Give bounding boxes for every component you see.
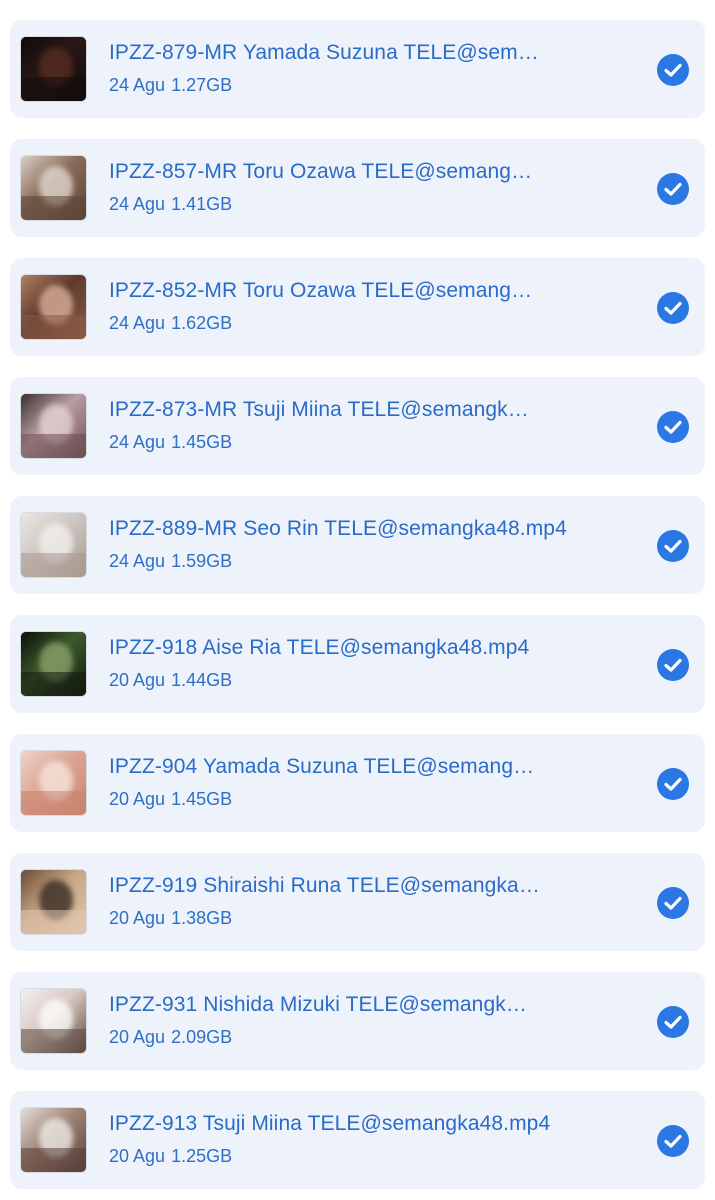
video-thumbnail: [20, 631, 87, 697]
file-size: 2.09GB: [171, 1027, 233, 1047]
video-thumbnail: [20, 1107, 87, 1173]
video-thumbnail: [20, 750, 87, 816]
file-list-item[interactable]: IPZZ-879-MR Yamada Suzuna TELE@sem… 24 Ag…: [10, 20, 705, 118]
video-thumbnail: [20, 869, 87, 935]
file-date: 24 Agu: [109, 313, 166, 333]
file-name: IPZZ-913 Tsuji Miina TELE@semangka48.mp4: [109, 1112, 551, 1135]
file-date: 24 Agu: [109, 194, 166, 214]
select-checkbox[interactable]: [657, 1125, 689, 1157]
file-list-item[interactable]: IPZZ-913 Tsuji Miina TELE@semangka48.mp4…: [10, 1091, 705, 1189]
checkmark-icon: [664, 1134, 682, 1148]
file-size: 1.59GB: [171, 551, 233, 571]
select-checkbox[interactable]: [657, 173, 689, 205]
checkmark-icon: [664, 182, 682, 196]
file-date: 20 Agu: [109, 789, 166, 809]
file-date: 20 Agu: [109, 1027, 166, 1047]
file-meta: 20 Agu 2.09GB: [109, 1027, 232, 1048]
select-checkbox[interactable]: [657, 649, 689, 681]
select-checkbox[interactable]: [657, 768, 689, 800]
checkmark-icon: [664, 777, 682, 791]
file-meta: 24 Agu 1.62GB: [109, 313, 232, 334]
video-thumbnail: [20, 274, 87, 340]
file-size: 1.27GB: [171, 75, 233, 95]
file-size: 1.45GB: [171, 789, 233, 809]
file-meta: 20 Agu 1.44GB: [109, 670, 232, 691]
file-name: IPZZ-852-MR Toru Ozawa TELE@semang…: [109, 279, 533, 302]
file-name: IPZZ-889-MR Seo Rin TELE@semangka48.mp4: [109, 517, 567, 540]
file-date: 20 Agu: [109, 1146, 166, 1166]
checkmark-icon: [664, 420, 682, 434]
video-thumbnail: [20, 393, 87, 459]
file-list-item[interactable]: IPZZ-852-MR Toru Ozawa TELE@semang… 24 Ag…: [10, 258, 705, 356]
file-meta: 24 Agu 1.45GB: [109, 432, 232, 453]
file-size: 1.44GB: [171, 670, 233, 690]
file-date: 24 Agu: [109, 75, 166, 95]
file-list-item[interactable]: IPZZ-889-MR Seo Rin TELE@semangka48.mp4 2…: [10, 496, 705, 594]
video-thumbnail: [20, 155, 87, 221]
file-list-item[interactable]: IPZZ-904 Yamada Suzuna TELE@semang… 20 Ag…: [10, 734, 705, 832]
video-thumbnail: [20, 36, 87, 102]
file-name: IPZZ-873-MR Tsuji Miina TELE@semangk…: [109, 398, 529, 421]
file-size: 1.62GB: [171, 313, 233, 333]
checkmark-icon: [664, 896, 682, 910]
select-checkbox[interactable]: [657, 54, 689, 86]
file-meta: 24 Agu 1.59GB: [109, 551, 232, 572]
checkmark-icon: [664, 301, 682, 315]
checkmark-icon: [664, 1015, 682, 1029]
file-list-item[interactable]: IPZZ-857-MR Toru Ozawa TELE@semang… 24 Ag…: [10, 139, 705, 237]
file-name: IPZZ-918 Aise Ria TELE@semangka48.mp4: [109, 636, 530, 659]
file-meta: 20 Agu 1.25GB: [109, 1146, 232, 1167]
file-meta: 20 Agu 1.45GB: [109, 789, 232, 810]
select-checkbox[interactable]: [657, 292, 689, 324]
file-size: 1.41GB: [171, 194, 233, 214]
file-size: 1.38GB: [171, 908, 233, 928]
file-name: IPZZ-919 Shiraishi Runa TELE@semangka…: [109, 874, 540, 897]
checkmark-icon: [664, 658, 682, 672]
select-checkbox[interactable]: [657, 887, 689, 919]
select-checkbox[interactable]: [657, 1006, 689, 1038]
file-date: 20 Agu: [109, 670, 166, 690]
file-meta: 24 Agu 1.27GB: [109, 75, 232, 96]
checkmark-icon: [664, 539, 682, 553]
checkmark-icon: [664, 63, 682, 77]
file-list-item[interactable]: IPZZ-873-MR Tsuji Miina TELE@semangk… 24 …: [10, 377, 705, 475]
video-thumbnail: [20, 988, 87, 1054]
file-date: 24 Agu: [109, 551, 166, 571]
select-checkbox[interactable]: [657, 411, 689, 443]
file-size: 1.25GB: [171, 1146, 233, 1166]
file-size: 1.45GB: [171, 432, 233, 452]
file-list-item[interactable]: IPZZ-931 Nishida Mizuki TELE@semangk… 20 …: [10, 972, 705, 1070]
file-name: IPZZ-879-MR Yamada Suzuna TELE@sem…: [109, 41, 539, 64]
file-name: IPZZ-904 Yamada Suzuna TELE@semang…: [109, 755, 535, 778]
file-list: IPZZ-879-MR Yamada Suzuna TELE@sem… 24 Ag…: [0, 0, 715, 1200]
file-list-item[interactable]: IPZZ-918 Aise Ria TELE@semangka48.mp4 20 …: [10, 615, 705, 713]
file-date: 24 Agu: [109, 432, 166, 452]
video-thumbnail: [20, 512, 87, 578]
file-meta: 20 Agu 1.38GB: [109, 908, 232, 929]
file-name: IPZZ-931 Nishida Mizuki TELE@semangk…: [109, 993, 527, 1016]
file-name: IPZZ-857-MR Toru Ozawa TELE@semang…: [109, 160, 533, 183]
file-meta: 24 Agu 1.41GB: [109, 194, 232, 215]
file-date: 20 Agu: [109, 908, 166, 928]
file-list-item[interactable]: IPZZ-919 Shiraishi Runa TELE@semangka… 20…: [10, 853, 705, 951]
select-checkbox[interactable]: [657, 530, 689, 562]
